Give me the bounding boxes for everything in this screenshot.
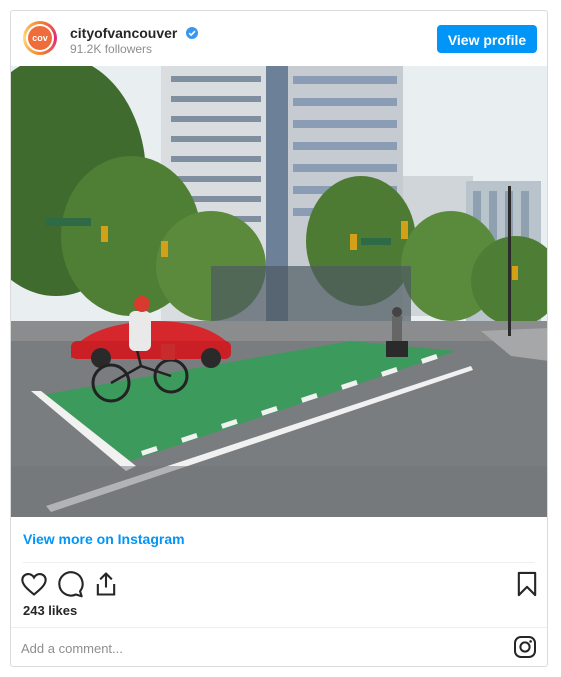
- follower-count: 91.2K followers: [70, 42, 153, 56]
- divider: [23, 562, 535, 563]
- instagram-icon[interactable]: [513, 635, 537, 659]
- post-photo[interactable]: [11, 66, 547, 517]
- post-header: cov cityofvancouver 91.2K followers View…: [11, 11, 547, 66]
- heart-icon[interactable]: [20, 570, 48, 598]
- comment-icon[interactable]: [56, 570, 84, 598]
- bookmark-icon[interactable]: [513, 570, 541, 598]
- divider: [11, 627, 547, 628]
- city-logo: cov: [28, 26, 52, 50]
- verified-badge-icon: [186, 27, 199, 39]
- street-scene-image: [11, 66, 547, 517]
- comment-input[interactable]: Add a comment...: [21, 641, 123, 656]
- like-count[interactable]: 243 likes: [23, 603, 77, 618]
- action-bar: [11, 566, 547, 602]
- profile-avatar[interactable]: cov: [23, 21, 57, 55]
- username-row[interactable]: cityofvancouver: [70, 25, 199, 41]
- instagram-embed-card: cov cityofvancouver 91.2K followers View…: [10, 10, 548, 667]
- share-icon[interactable]: [92, 570, 120, 598]
- view-profile-button[interactable]: View profile: [437, 25, 537, 53]
- username[interactable]: cityofvancouver: [70, 25, 177, 41]
- view-more-link[interactable]: View more on Instagram: [23, 531, 185, 547]
